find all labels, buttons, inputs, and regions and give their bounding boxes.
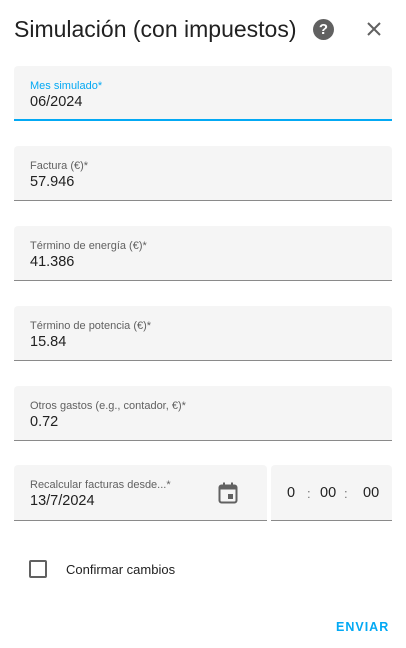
calendar-icon[interactable] [218, 482, 238, 504]
month-label: Mes simulado* [30, 80, 103, 92]
recalc-date-field[interactable]: Recalcular facturas desde...* 13/7/2024 [14, 465, 267, 521]
invoice-label: Factura (€)* [30, 160, 89, 172]
minute-value[interactable]: 00 [320, 485, 336, 501]
confirm-changes-checkbox[interactable] [29, 560, 47, 578]
energy-term-field[interactable]: Término de energía (€)* 41.386 [14, 226, 392, 281]
hour-value[interactable]: 0 [287, 485, 295, 501]
recalc-date-label: Recalcular facturas desde...* [30, 479, 171, 491]
other-costs-value[interactable]: 0.72 [30, 414, 58, 430]
time-separator: : [344, 486, 348, 501]
power-term-value[interactable]: 15.84 [30, 334, 66, 350]
dialog-header: Simulación (con impuestos) ? [14, 14, 394, 46]
dialog-title: Simulación (con impuestos) [14, 16, 297, 42]
close-icon[interactable] [362, 17, 386, 41]
other-costs-label: Otros gastos (e.g., contador, €)* [30, 400, 186, 412]
confirm-changes-label[interactable]: Confirmar cambios [66, 562, 175, 577]
help-icon[interactable]: ? [313, 19, 334, 40]
energy-term-value[interactable]: 41.386 [30, 254, 74, 270]
time-separator: : [307, 486, 311, 501]
recalc-date-value[interactable]: 13/7/2024 [30, 493, 95, 509]
energy-term-label: Término de energía (€)* [30, 240, 147, 252]
invoice-field[interactable]: Factura (€)* 57.946 [14, 146, 392, 201]
month-field[interactable]: Mes simulado* 06/2024 [14, 66, 392, 121]
month-value[interactable]: 06/2024 [30, 94, 82, 110]
power-term-field[interactable]: Término de potencia (€)* 15.84 [14, 306, 392, 361]
invoice-value[interactable]: 57.946 [30, 174, 74, 190]
confirm-changes-row[interactable]: Confirmar cambios [29, 560, 279, 580]
other-costs-field[interactable]: Otros gastos (e.g., contador, €)* 0.72 [14, 386, 392, 441]
power-term-label: Término de potencia (€)* [30, 320, 152, 332]
second-value[interactable]: 00 [363, 485, 379, 501]
submit-button[interactable]: ENVIAR [336, 620, 396, 640]
time-field[interactable]: 0 : 00 : 00 [271, 465, 392, 521]
